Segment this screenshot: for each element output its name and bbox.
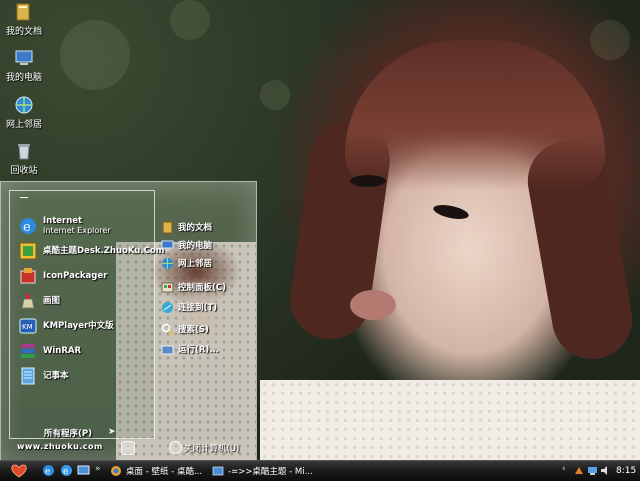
wallpaper-eye	[432, 202, 470, 222]
recycle-bin-icon	[18, 144, 30, 160]
start-menu: e Internet Internet Explorer 桌酷主题Desk.Zhu…	[0, 181, 257, 462]
quick-launch-ie-icon[interactable]: e	[60, 464, 73, 477]
network-icon	[162, 257, 173, 269]
place-label: 控制面板(C)	[178, 283, 227, 293]
tray-arrow-icon[interactable]	[574, 465, 585, 476]
wallpaper-bokeh	[260, 80, 290, 110]
network-icon	[15, 96, 33, 114]
wallpaper-bokeh	[590, 20, 630, 60]
arrow-right-icon: ➤	[108, 427, 116, 437]
program-title: 记事本	[43, 371, 69, 381]
taskbar-button-label: 桌面 - 壁纸 - 桌酷...	[126, 467, 203, 477]
folder-icon	[16, 3, 30, 21]
program-title: WinRAR	[43, 346, 82, 356]
iconpackager-icon	[20, 268, 36, 284]
place-label: 搜索(S)	[178, 325, 209, 335]
shutdown-button[interactable]: 关闭计算机(U)	[184, 442, 239, 454]
program-item-winrar[interactable]: WinRAR	[18, 340, 158, 362]
svg-text:e: e	[45, 467, 50, 477]
place-item-my-computer[interactable]: 我的电脑	[161, 237, 212, 253]
log-off-button[interactable]	[121, 441, 135, 455]
window-icon	[212, 466, 224, 476]
pinned-programs-panel: e Internet Internet Explorer 桌酷主题Desk.Zhu…	[9, 190, 165, 439]
wallpaper-bokeh	[170, 0, 210, 40]
system-tray: ‹ 8:15	[560, 463, 638, 479]
place-item-control-panel[interactable]: 控制面板(C)	[161, 279, 226, 295]
winrar-icon	[21, 344, 35, 358]
search-icon	[161, 323, 174, 336]
place-item-search[interactable]: 搜索(S)	[161, 321, 209, 337]
tray-network-icon[interactable]	[587, 465, 598, 476]
program-subtitle: Internet Explorer	[43, 226, 111, 235]
tray-volume-icon[interactable]	[600, 465, 611, 476]
place-item-run[interactable]: 运行(R)...	[161, 341, 219, 357]
zhuoku-icon	[19, 242, 37, 260]
program-item-kmplayer[interactable]: KM KMPlayer中文版	[18, 315, 158, 337]
program-item-notepad[interactable]: 记事本	[18, 365, 158, 387]
desktop-icon-my-computer[interactable]: 我的电脑	[2, 48, 46, 83]
program-item-iconpackager[interactable]: IconPackager	[18, 265, 158, 287]
kmplayer-icon: KM	[19, 318, 37, 334]
browser-icon	[111, 466, 121, 476]
wallpaper-lips	[350, 290, 396, 320]
program-title: 桌酷主题Desk.ZhuoKu.Com	[43, 246, 165, 256]
internet-explorer-icon: e	[20, 218, 36, 235]
place-label: 运行(R)...	[178, 345, 220, 355]
notepad-icon	[21, 367, 35, 385]
run-icon	[161, 345, 174, 354]
taskbar-button-window[interactable]: -=>>桌酷主题 - Mi...	[212, 463, 312, 479]
desktop-icon-label: 网上邻居	[5, 120, 42, 130]
desktop-icon-label: 我的文档	[5, 27, 42, 37]
program-item-zhuoku[interactable]: 桌酷主题Desk.ZhuoKu.Com	[18, 240, 165, 262]
place-item-connect-to[interactable]: 连接到(T)	[161, 299, 217, 315]
svg-text:e: e	[63, 467, 68, 477]
svg-text:KM: KM	[22, 323, 33, 331]
place-label: 我的电脑	[178, 241, 213, 251]
panel-dash	[20, 197, 28, 198]
website-label: www.zhuoku.com	[17, 442, 103, 451]
tray-expand-icon[interactable]: ‹	[562, 464, 566, 474]
connect-icon	[162, 301, 173, 313]
program-title: IconPackager	[43, 271, 108, 281]
program-item-paint[interactable]: 画图	[18, 290, 158, 312]
program-item-internet-explorer[interactable]: e Internet Internet Explorer	[18, 215, 158, 237]
place-label: 我的文档	[178, 223, 213, 233]
clock[interactable]: 8:15	[616, 466, 636, 476]
taskbar-button-label: -=>>桌酷主题 - Mi...	[228, 467, 312, 477]
program-title: Internet	[43, 216, 83, 226]
chevron-right-icon[interactable]: »	[95, 464, 101, 474]
computer-icon	[15, 50, 33, 65]
wallpaper-hair-fringe	[345, 40, 605, 190]
place-label: 网上邻居	[178, 259, 213, 269]
control-panel-icon	[161, 282, 174, 292]
desktop-icon-label: 我的电脑	[5, 73, 42, 83]
wallpaper-bokeh	[60, 20, 130, 90]
place-item-my-documents[interactable]: 我的文档	[161, 219, 212, 235]
quick-launch-browser-icon[interactable]: e	[42, 464, 55, 477]
desktop-icon-my-documents[interactable]: 我的文档	[2, 2, 46, 37]
power-icon[interactable]	[169, 441, 182, 454]
desktop-icon-network[interactable]: 网上邻居	[2, 95, 46, 130]
all-programs-button[interactable]: 所有程序(P)	[44, 427, 92, 439]
desktop-icon-label: 回收站	[10, 166, 38, 176]
place-label: 连接到(T)	[178, 303, 218, 313]
folder-icon	[162, 221, 173, 233]
quick-launch-desktop-icon[interactable]	[77, 464, 90, 477]
place-item-network[interactable]: 网上邻居	[161, 255, 212, 271]
wallpaper-eye	[350, 175, 386, 187]
taskbar: e e » 桌面 - 壁纸 - 桌酷... -=>>桌酷主题 - Mi... ‹…	[0, 460, 640, 481]
program-title: 画图	[43, 296, 61, 306]
start-button[interactable]	[8, 463, 30, 478]
svg-text:e: e	[23, 220, 31, 235]
computer-icon	[161, 240, 174, 251]
paint-icon	[21, 293, 35, 309]
program-title: KMPlayer中文版	[43, 321, 114, 331]
desktop-icon-recycle-bin[interactable]: 回收站	[2, 141, 46, 176]
taskbar-button-browser[interactable]: 桌面 - 壁纸 - 桌酷...	[110, 463, 208, 479]
